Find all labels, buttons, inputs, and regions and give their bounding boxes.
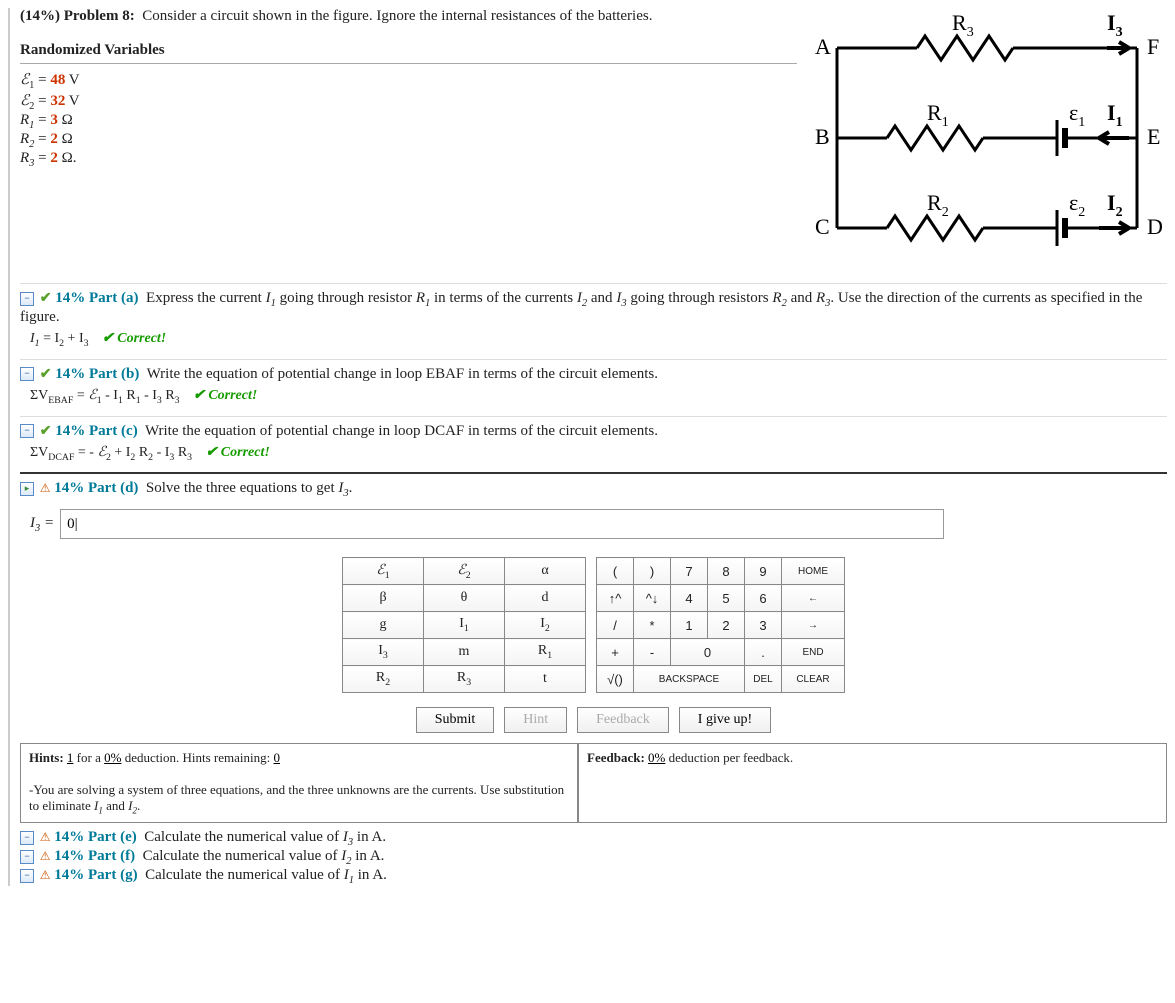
key-home[interactable]: HOME	[782, 558, 845, 585]
part-d: ▸ ⚠ 14% Part (d) Solve the three equatio…	[20, 472, 1167, 823]
input-label: I3 =	[30, 515, 54, 534]
part-g: − ⚠ 14% Part (g) Calculate the numerical…	[20, 867, 1167, 886]
key-r1[interactable]: R1	[505, 639, 586, 666]
key-alpha[interactable]: α	[505, 558, 586, 585]
part-a: − ✔ 14% Part (a) Express the current I1 …	[20, 283, 1167, 349]
check-icon: ✔	[40, 367, 52, 382]
keypad-numeric: ( ) 7 8 9 HOME ↑^ ^↓ 4 5 6 ← / *	[596, 557, 845, 693]
keypad-symbols: ℰ1ℰ2α βθd gI1I2 I3mR1 R2R3t	[342, 557, 586, 693]
key-end[interactable]: END	[782, 639, 845, 666]
hint-button[interactable]: Hint	[504, 707, 567, 733]
part-b: − ✔ 14% Part (b) Write the equation of p…	[20, 359, 1167, 406]
key-4[interactable]: 4	[671, 585, 708, 612]
key-t[interactable]: t	[505, 666, 586, 693]
feedback-button[interactable]: Feedback	[577, 707, 669, 733]
warning-icon: ⚠	[40, 849, 51, 863]
part-e: − ⚠ 14% Part (e) Calculate the numerical…	[20, 829, 1167, 848]
key-e2[interactable]: ℰ2	[424, 558, 505, 585]
key-sqrt[interactable]: √()	[597, 666, 634, 693]
collapse-icon[interactable]: −	[20, 424, 34, 438]
collapse-icon[interactable]: −	[20, 869, 34, 883]
key-7[interactable]: 7	[671, 558, 708, 585]
submit-button[interactable]: Submit	[416, 707, 494, 733]
problem-header: (14%) Problem 8: Consider a circuit show…	[20, 8, 797, 25]
hints-box: Hints: 1 for a 0% deduction. Hints remai…	[20, 743, 578, 823]
svg-text:F: F	[1147, 34, 1159, 59]
key-superscript[interactable]: ↑^	[597, 585, 634, 612]
key-right[interactable]: →	[782, 612, 845, 639]
key-lparen[interactable]: (	[597, 558, 634, 585]
key-del[interactable]: DEL	[745, 666, 782, 693]
part-c: − ✔ 14% Part (c) Write the equation of p…	[20, 416, 1167, 463]
svg-text:R3: R3	[952, 10, 974, 40]
variables-list: ℰ1 = 48 V ℰ2 = 32 V R1 = 3 Ω R2 = 2 Ω R3…	[20, 70, 797, 169]
key-1[interactable]: 1	[671, 612, 708, 639]
key-0[interactable]: 0	[671, 639, 745, 666]
collapse-icon[interactable]: −	[20, 850, 34, 864]
key-i3[interactable]: I3	[343, 639, 424, 666]
key-g[interactable]: g	[343, 612, 424, 639]
circuit-diagram: A B C F E D R3 R1 R2 ε1 ε2 I3 I1 I2	[807, 8, 1167, 273]
svg-text:R1: R1	[927, 100, 949, 130]
key-i2[interactable]: I2	[505, 612, 586, 639]
key-left[interactable]: ←	[782, 585, 845, 612]
svg-text:ε2: ε2	[1069, 190, 1085, 220]
key-subscript[interactable]: ^↓	[634, 585, 671, 612]
collapse-icon[interactable]: −	[20, 367, 34, 381]
collapse-icon[interactable]: −	[20, 831, 34, 845]
key-e1[interactable]: ℰ1	[343, 558, 424, 585]
key-5[interactable]: 5	[708, 585, 745, 612]
key-i1[interactable]: I1	[424, 612, 505, 639]
key-d[interactable]: d	[505, 585, 586, 612]
part-f: − ⚠ 14% Part (f) Calculate the numerical…	[20, 848, 1167, 867]
key-6[interactable]: 6	[745, 585, 782, 612]
feedback-box: Feedback: 0% deduction per feedback.	[578, 743, 1167, 823]
svg-text:ε1: ε1	[1069, 100, 1085, 130]
svg-text:A: A	[815, 34, 831, 59]
collapse-icon[interactable]: −	[20, 292, 34, 306]
svg-text:E: E	[1147, 124, 1160, 149]
svg-text:R2: R2	[927, 190, 949, 220]
svg-text:I1: I1	[1107, 100, 1123, 130]
warning-icon: ⚠	[40, 481, 51, 495]
svg-text:B: B	[815, 124, 830, 149]
giveup-button[interactable]: I give up!	[679, 707, 771, 733]
key-8[interactable]: 8	[708, 558, 745, 585]
key-backspace[interactable]: BACKSPACE	[634, 666, 745, 693]
svg-text:I3: I3	[1107, 10, 1123, 40]
check-icon: ✔	[40, 291, 52, 306]
key-multiply[interactable]: *	[634, 612, 671, 639]
svg-text:C: C	[815, 214, 830, 239]
key-divide[interactable]: /	[597, 612, 634, 639]
key-minus[interactable]: -	[634, 639, 671, 666]
key-m[interactable]: m	[424, 639, 505, 666]
key-rparen[interactable]: )	[634, 558, 671, 585]
key-dot[interactable]: .	[745, 639, 782, 666]
key-9[interactable]: 9	[745, 558, 782, 585]
svg-text:D: D	[1147, 214, 1163, 239]
variables-heading: Randomized Variables	[20, 42, 165, 58]
key-r3[interactable]: R3	[424, 666, 505, 693]
key-clear[interactable]: CLEAR	[782, 666, 845, 693]
answer-input[interactable]	[60, 509, 944, 539]
key-plus[interactable]: +	[597, 639, 634, 666]
key-beta[interactable]: β	[343, 585, 424, 612]
warning-icon: ⚠	[40, 830, 51, 844]
key-2[interactable]: 2	[708, 612, 745, 639]
key-3[interactable]: 3	[745, 612, 782, 639]
key-theta[interactable]: θ	[424, 585, 505, 612]
play-icon[interactable]: ▸	[20, 482, 34, 496]
svg-text:I2: I2	[1107, 190, 1123, 220]
check-icon: ✔	[40, 424, 52, 439]
key-r2[interactable]: R2	[343, 666, 424, 693]
warning-icon: ⚠	[40, 868, 51, 882]
